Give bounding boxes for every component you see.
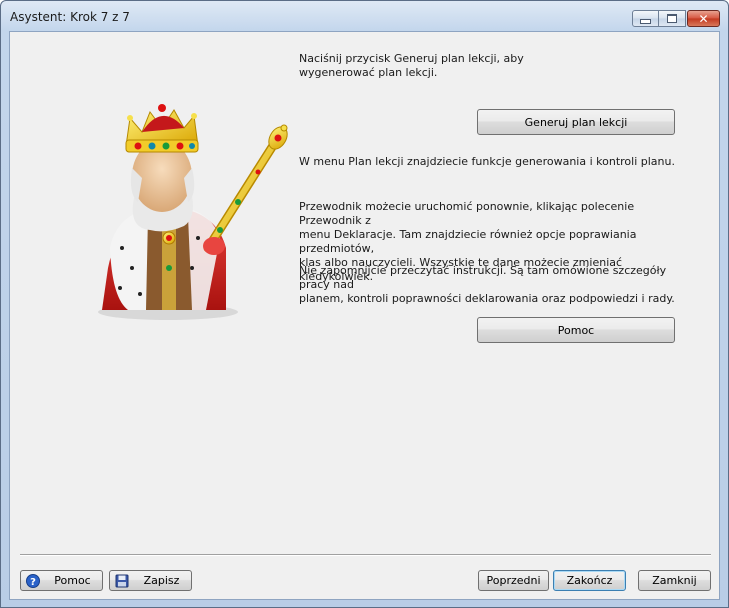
maximize-icon xyxy=(667,14,677,23)
title-bar[interactable]: Asystent: Krok 7 z 7 ✕ xyxy=(1,1,728,31)
minimize-icon xyxy=(640,19,651,24)
content-help-button[interactable]: Pomoc xyxy=(477,317,675,343)
menu-info-text: W menu Plan lekcji znajdziecie funkcje g… xyxy=(299,155,675,168)
help-label: Pomoc xyxy=(54,574,91,587)
close-label: Zamknij xyxy=(652,574,697,587)
king-illustration-icon xyxy=(98,104,288,320)
close-button[interactable]: Zamknij xyxy=(638,570,711,591)
save-button[interactable]: Zapisz xyxy=(109,570,192,591)
finish-label: Zakończ xyxy=(566,574,613,587)
previous-button[interactable]: Poprzedni xyxy=(478,570,549,591)
footer-separator xyxy=(20,554,711,556)
instructions-info-text: Nie zapomnijcie przeczytać instrukcji. S… xyxy=(299,264,675,305)
close-window-button[interactable]: ✕ xyxy=(687,10,720,27)
svg-text:?: ? xyxy=(30,577,36,588)
intro-text: Naciśnij przycisk Generuj plan lekcji, a… xyxy=(299,52,524,79)
save-label: Zapisz xyxy=(143,574,180,587)
close-icon: ✕ xyxy=(698,11,709,26)
generate-timetable-label: Generuj plan lekcji xyxy=(524,115,628,129)
minimize-button[interactable] xyxy=(632,10,659,27)
window-title: Asystent: Krok 7 z 7 xyxy=(10,10,130,24)
wizard-content: Naciśnij przycisk Generuj plan lekcji, a… xyxy=(9,31,720,600)
help-button[interactable]: ? Pomoc xyxy=(20,570,103,591)
generate-timetable-button[interactable]: Generuj plan lekcji xyxy=(477,109,675,135)
previous-label: Poprzedni xyxy=(486,574,541,587)
maximize-button[interactable] xyxy=(659,10,686,27)
content-help-label: Pomoc xyxy=(557,323,595,337)
help-icon: ? xyxy=(26,574,40,588)
wizard-window: Asystent: Krok 7 z 7 ✕ Naciśnij przycisk… xyxy=(0,0,729,608)
floppy-disk-icon xyxy=(115,574,129,588)
finish-button[interactable]: Zakończ xyxy=(553,570,626,591)
